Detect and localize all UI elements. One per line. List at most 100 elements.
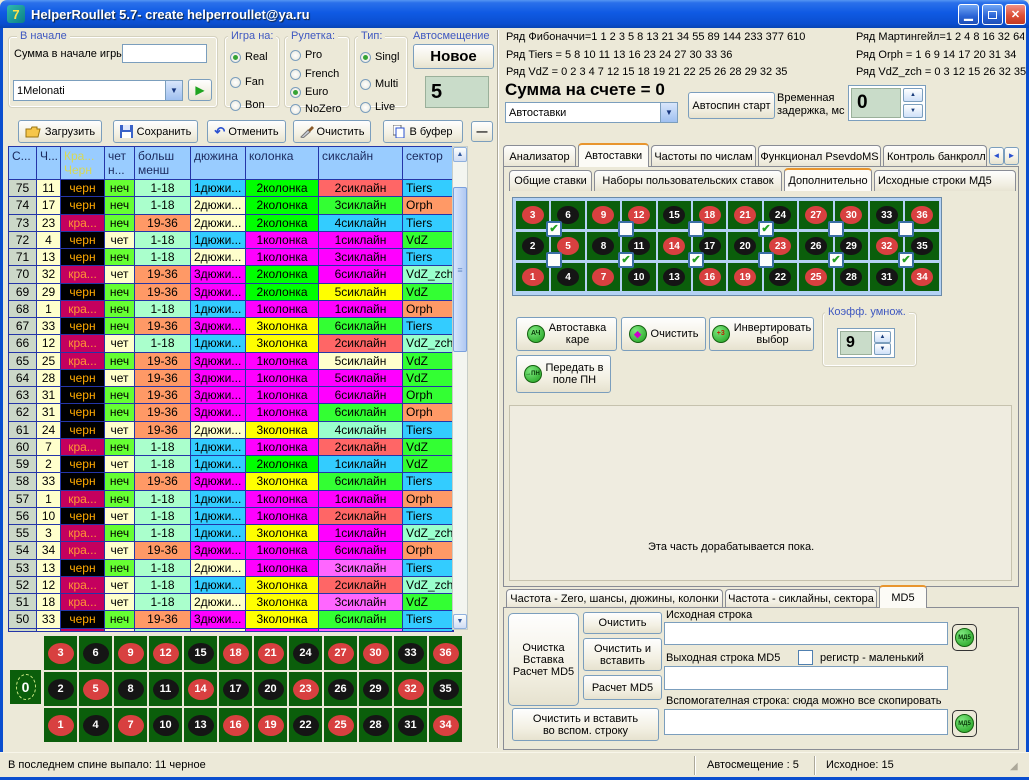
board-cell-7[interactable]: 7 — [114, 708, 147, 742]
delay-spinner[interactable]: 0 ▲ ▼ — [848, 85, 926, 121]
tab-frequencies[interactable]: Частоты по числам — [651, 145, 756, 167]
autobet-checkbox[interactable] — [898, 221, 914, 237]
clear-button[interactable]: Очистить — [293, 120, 371, 143]
autobet-checkbox[interactable]: ✔ — [688, 252, 704, 268]
autobet-cell-1[interactable]: 1 — [516, 263, 549, 291]
autobet-checkbox[interactable] — [546, 252, 562, 268]
board-cell-31[interactable]: 31 — [394, 708, 427, 742]
board-cell-20[interactable]: 20 — [254, 672, 287, 706]
output-string-input[interactable] — [664, 666, 948, 690]
spin-up-icon[interactable]: ▲ — [903, 88, 923, 102]
board-cell-17[interactable]: 17 — [219, 672, 252, 706]
radio-option-euro[interactable]: Euro — [290, 86, 328, 98]
board-cell-26[interactable]: 26 — [324, 672, 357, 706]
subtab-additional[interactable]: Дополнительно — [784, 168, 872, 191]
radio-option-singl[interactable]: Singl — [360, 51, 399, 63]
table-row[interactable]: 607кра...неч1-181дюжи...1колонка2сиклайн… — [9, 438, 453, 455]
autospin-start-button[interactable]: Автоспин старт — [688, 92, 775, 119]
tabs-scroll-right-icon[interactable]: ► — [1004, 147, 1019, 165]
table-row[interactable]: 553кра...неч1-181дюжи...3колонка1сиклайн… — [9, 524, 453, 541]
tab-freq-sixlines[interactable]: Частота - сиклайны, сектора — [725, 589, 877, 608]
board-cell-zero[interactable]: 0 — [10, 670, 41, 704]
radio-option-fan[interactable]: Fan — [230, 76, 264, 88]
table-row[interactable]: 7032кра...чет19-363дюжи...2колонка6сикла… — [9, 265, 453, 282]
md5-clear-paste-aux-button[interactable]: Очистить и вставить во вспом. строку — [512, 708, 659, 741]
table-row[interactable]: 6331черннеч19-363дюжи...1колонка6сиклайн… — [9, 386, 453, 403]
spin-up-icon[interactable]: ▲ — [874, 331, 891, 343]
md5-big-button[interactable]: Очистка Вставка Расчет MD5 — [508, 613, 579, 706]
radio-option-multi[interactable]: Multi — [360, 78, 398, 90]
register-checkbox[interactable] — [798, 650, 813, 665]
table-row[interactable]: 7323кра...неч19-362дюжи...2колонка4сикла… — [9, 214, 453, 231]
spin-down-icon[interactable]: ▼ — [874, 343, 891, 355]
board-cell-29[interactable]: 29 — [359, 672, 392, 706]
board-cell-32[interactable]: 32 — [394, 672, 427, 706]
tab-bankroll[interactable]: Контроль банкролла — [883, 145, 987, 167]
title-bar[interactable]: 7 HelperRoullet 5.7- create helperroulle… — [0, 0, 1029, 28]
autobet-cell-15[interactable]: 15 — [658, 201, 691, 229]
table-row[interactable]: 5313черннеч1-182дюжи...1колонка3сиклайнT… — [9, 559, 453, 576]
load-button[interactable]: Загрузить — [18, 120, 102, 143]
board-cell-6[interactable]: 6 — [79, 636, 112, 670]
spin-down-icon[interactable]: ▼ — [903, 104, 923, 118]
tab-autobets[interactable]: Автоставки — [578, 143, 649, 167]
tab-md5[interactable]: MD5 — [879, 585, 927, 608]
board-cell-22[interactable]: 22 — [289, 708, 322, 742]
table-row[interactable]: 571кра...неч1-181дюжи...1колонка1сиклайн… — [9, 490, 453, 507]
board-cell-28[interactable]: 28 — [359, 708, 392, 742]
board-cell-5[interactable]: 5 — [79, 672, 112, 706]
board-cell-13[interactable]: 13 — [184, 708, 217, 742]
md5-aux-button[interactable]: МД5 — [952, 710, 977, 737]
radio-option-pro[interactable]: Pro — [290, 49, 322, 61]
autobet-checkbox[interactable]: ✔ — [618, 252, 634, 268]
board-cell-9[interactable]: 9 — [114, 636, 147, 670]
copy-buffer-button[interactable]: В буфер — [383, 120, 463, 143]
scrollbar-thumb[interactable]: ≡ — [453, 187, 467, 352]
board-cell-12[interactable]: 12 — [149, 636, 182, 670]
table-row[interactable]: 6124чернчет19-362дюжи...3колонка4сиклайн… — [9, 421, 453, 438]
subtab-user-bet-sets[interactable]: Наборы пользовательских ставок — [594, 170, 782, 191]
subtab-general-bets[interactable]: Общие ставки — [509, 170, 592, 191]
autobet-checkbox[interactable]: ✔ — [546, 221, 562, 237]
md5-run-button[interactable]: МД5 — [952, 624, 977, 651]
autobet-cell-14[interactable]: 14 — [658, 232, 691, 260]
board-cell-3[interactable]: 3 — [44, 636, 77, 670]
scroll-down-icon[interactable]: ▼ — [453, 614, 467, 629]
table-row[interactable]: 6929черннеч19-363дюжи...2колонка5сиклайн… — [9, 283, 453, 300]
tabs-scroll-left-icon[interactable]: ◄ — [989, 147, 1004, 165]
autobet-cell-8[interactable]: 8 — [587, 232, 620, 260]
tab-analyzer[interactable]: Анализатор — [503, 145, 576, 167]
table-row[interactable]: 7511черннеч1-181дюжи...2колонка2сиклайнT… — [9, 179, 453, 196]
board-cell-35[interactable]: 35 — [429, 672, 462, 706]
md5-clear-button[interactable]: Очистить — [583, 612, 662, 634]
table-row[interactable]: 4916кра...чет1-182дюжи...1колонка3сиклай… — [9, 628, 453, 632]
autobet-checkbox[interactable]: ✔ — [758, 221, 774, 237]
table-row[interactable]: 6525кра...неч19-363дюжи...1колонка5сикла… — [9, 352, 453, 369]
chevron-down-icon[interactable]: ▼ — [165, 81, 182, 100]
board-cell-33[interactable]: 33 — [394, 636, 427, 670]
source-string-input[interactable] — [664, 622, 948, 645]
coeff-spinner[interactable]: 9 ▲ ▼ — [837, 328, 895, 358]
board-cell-14[interactable]: 14 — [184, 672, 217, 706]
table-row[interactable]: 6733черннеч19-363дюжи...3колонка6сиклайн… — [9, 317, 453, 334]
transfer-pn-button[interactable]: →ПН Передать в поле ПН — [516, 355, 611, 393]
minimize-button[interactable]: ▁ — [958, 4, 979, 25]
board-cell-23[interactable]: 23 — [289, 672, 322, 706]
collapse-button[interactable]: — — [471, 121, 493, 142]
board-cell-36[interactable]: 36 — [429, 636, 462, 670]
board-cell-27[interactable]: 27 — [324, 636, 357, 670]
board-cell-25[interactable]: 25 — [324, 708, 357, 742]
invert-selection-button[interactable]: +3 Инвертировать выбор — [709, 317, 814, 351]
restore-button[interactable] — [982, 4, 1003, 25]
radio-option-real[interactable]: Real — [230, 51, 268, 63]
board-cell-30[interactable]: 30 — [359, 636, 392, 670]
md5-calc-button[interactable]: Расчет MD5 — [583, 675, 662, 700]
tab-psevdoms[interactable]: Функционал PsevdoMS — [758, 145, 881, 167]
board-cell-8[interactable]: 8 — [114, 672, 147, 706]
autobet-checkbox[interactable] — [618, 221, 634, 237]
autobet-checkbox[interactable]: ✔ — [898, 252, 914, 268]
board-cell-10[interactable]: 10 — [149, 708, 182, 742]
autobet-carre-button[interactable]: АЧ Автоставка каре — [516, 317, 617, 351]
board-cell-16[interactable]: 16 — [219, 708, 252, 742]
autobet-checkbox[interactable] — [688, 221, 704, 237]
